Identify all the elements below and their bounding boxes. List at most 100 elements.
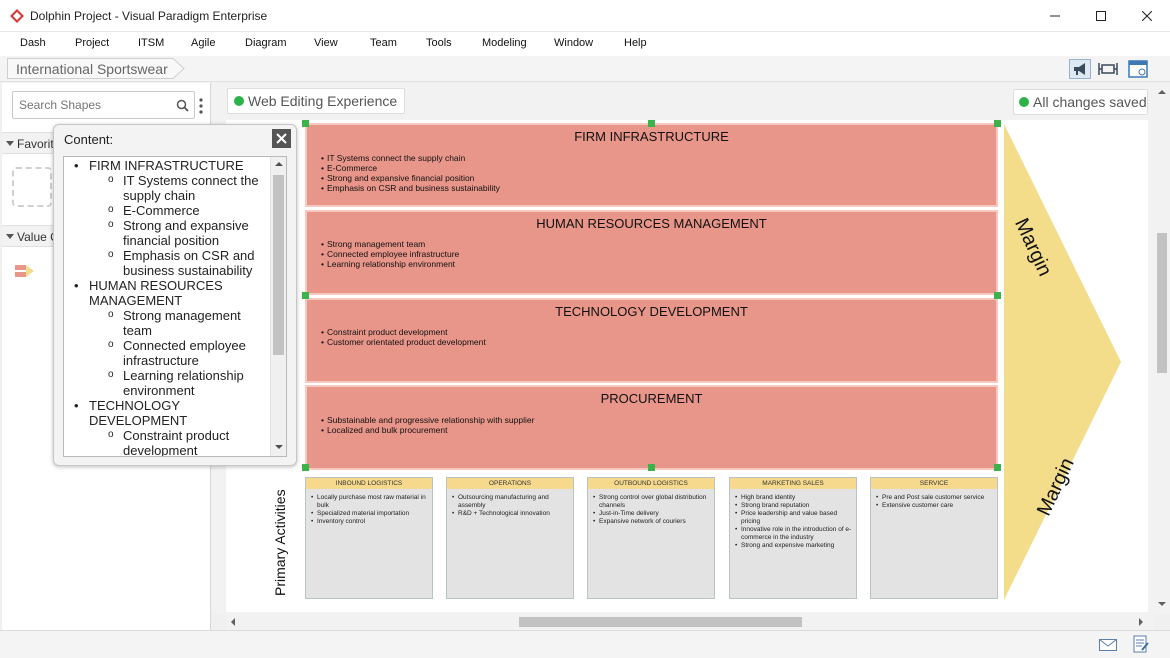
scroll-left-icon[interactable] bbox=[230, 618, 236, 626]
menu-dash[interactable]: Dash bbox=[20, 37, 46, 49]
content-item[interactable]: TECHNOLOGY DEVELOPMENT Constraint produc… bbox=[74, 398, 270, 456]
support-human-resources[interactable]: HUMAN RESOURCES MANAGEMENT Strong manage… bbox=[305, 210, 998, 295]
minimize-button[interactable] bbox=[1032, 0, 1078, 32]
content-editor[interactable]: FIRM INFRASTRUCTURE IT Systems connect t… bbox=[63, 156, 287, 457]
primary-item: Just-in-Time delivery bbox=[593, 510, 710, 518]
menu-view[interactable]: View bbox=[314, 37, 338, 49]
search-shapes-input[interactable] bbox=[19, 97, 169, 113]
primary-item: Inventory control bbox=[311, 518, 428, 526]
content-subitem[interactable]: IT Systems connect the supply chain bbox=[89, 172, 270, 203]
resize-handle[interactable] bbox=[302, 464, 309, 471]
value-chain-shape-icon[interactable] bbox=[14, 263, 36, 279]
primary-operations[interactable]: OPERATIONS Outsourcing manufacturing and… bbox=[446, 477, 574, 599]
diagram-overview-button[interactable] bbox=[1127, 59, 1149, 79]
close-window-button[interactable] bbox=[1124, 0, 1170, 32]
resize-handle[interactable] bbox=[648, 464, 655, 471]
resize-handle[interactable] bbox=[994, 464, 1001, 471]
document-edit-icon[interactable] bbox=[1133, 635, 1149, 653]
save-status-label: All changes saved bbox=[1033, 94, 1147, 110]
content-scroll-thumb[interactable] bbox=[273, 175, 284, 355]
support-technology-development[interactable]: TECHNOLOGY DEVELOPMENT Constraint produc… bbox=[305, 298, 998, 383]
window-panel-icon bbox=[1128, 60, 1148, 78]
menu-itsm[interactable]: ITSM bbox=[138, 37, 164, 49]
support-item-list: IT Systems connect the supply chain E-Co… bbox=[321, 153, 500, 193]
resize-handle[interactable] bbox=[994, 120, 1001, 127]
mail-icon[interactable] bbox=[1099, 639, 1117, 651]
primary-inbound-logistics[interactable]: INBOUND LOGISTICS Locally purchase most … bbox=[305, 477, 433, 599]
breadcrumb[interactable]: International Sportswear bbox=[7, 58, 185, 79]
resize-handle[interactable] bbox=[648, 120, 655, 127]
content-subitem[interactable]: Strong and expansive financial position bbox=[89, 217, 270, 248]
content-subitem[interactable]: Connected employee infrastructure bbox=[89, 337, 270, 368]
horizontal-scroll-thumb[interactable] bbox=[519, 617, 802, 627]
window-title: Dolphin Project - Visual Paradigm Enterp… bbox=[30, 9, 268, 23]
search-icon[interactable] bbox=[176, 99, 189, 112]
fit-diagram-button[interactable] bbox=[1097, 59, 1119, 79]
primary-item: Specialized material importation bbox=[311, 510, 428, 518]
scroll-down-icon[interactable] bbox=[1158, 601, 1166, 607]
menu-agile[interactable]: Agile bbox=[191, 37, 215, 49]
primary-marketing-sales[interactable]: MARKETING SALES High brand identity Stro… bbox=[729, 477, 857, 599]
fit-to-window-icon bbox=[1098, 63, 1118, 75]
support-title: HUMAN RESOURCES MANAGEMENT bbox=[536, 216, 767, 231]
primary-title: SERVICE bbox=[871, 478, 997, 489]
primary-item-list: Locally purchase most raw material in bu… bbox=[306, 489, 432, 526]
search-shapes-box[interactable] bbox=[12, 91, 195, 119]
online-status-icon bbox=[234, 96, 244, 106]
support-firm-infrastructure[interactable]: FIRM INFRASTRUCTURE IT Systems connect t… bbox=[305, 123, 998, 207]
maximize-button[interactable] bbox=[1078, 0, 1124, 32]
content-subitem[interactable]: Constraint product development bbox=[89, 427, 270, 456]
content-popup[interactable]: Content: FIRM INFRASTRUCTURE IT Systems … bbox=[53, 124, 297, 466]
status-bar bbox=[0, 630, 1170, 658]
title-bar: Dolphin Project - Visual Paradigm Enterp… bbox=[0, 0, 1170, 32]
primary-title: OPERATIONS bbox=[447, 478, 573, 489]
maximize-icon bbox=[1096, 11, 1106, 21]
content-subitem[interactable]: Emphasis on CSR and business sustainabil… bbox=[89, 247, 270, 278]
menu-project[interactable]: Project bbox=[75, 37, 109, 49]
scroll-up-icon[interactable] bbox=[1158, 89, 1166, 95]
primary-outbound-logistics[interactable]: OUTBOUND LOGISTICS Strong control over g… bbox=[587, 477, 715, 599]
content-item[interactable]: FIRM INFRASTRUCTURE IT Systems connect t… bbox=[74, 158, 270, 278]
resize-handle[interactable] bbox=[302, 120, 309, 127]
support-title: PROCUREMENT bbox=[600, 391, 703, 406]
scroll-down-icon[interactable] bbox=[275, 444, 283, 450]
support-item: Strong management team bbox=[321, 239, 459, 249]
support-title: FIRM INFRASTRUCTURE bbox=[574, 129, 729, 144]
content-item[interactable]: HUMAN RESOURCES MANAGEMENT Strong manage… bbox=[74, 278, 270, 398]
primary-item: Strong brand reputation bbox=[735, 502, 852, 510]
content-scrollbar[interactable] bbox=[270, 157, 286, 456]
scroll-right-icon[interactable] bbox=[1138, 618, 1144, 626]
menu-diagram[interactable]: Diagram bbox=[245, 37, 287, 49]
content-list: FIRM INFRASTRUCTURE IT Systems connect t… bbox=[74, 158, 270, 456]
menu-modeling[interactable]: Modeling bbox=[482, 37, 527, 49]
primary-item: Pre and Post sale customer service bbox=[876, 494, 993, 502]
popup-title: Content: bbox=[64, 132, 114, 147]
content-subitem[interactable]: Learning relationship environment bbox=[89, 367, 270, 398]
horizontal-scrollbar[interactable] bbox=[226, 614, 1154, 630]
primary-service[interactable]: SERVICE Pre and Post sale customer servi… bbox=[870, 477, 998, 599]
menu-tools[interactable]: Tools bbox=[426, 37, 452, 49]
primary-item-list: Pre and Post sale customer service Exten… bbox=[871, 489, 997, 510]
resize-handle[interactable] bbox=[994, 292, 1001, 299]
content-sublist: Constraint product development bbox=[89, 427, 270, 456]
support-item: IT Systems connect the supply chain bbox=[321, 153, 500, 163]
more-options-icon[interactable] bbox=[199, 98, 203, 114]
resize-handle[interactable] bbox=[302, 292, 309, 299]
scroll-up-icon[interactable] bbox=[275, 161, 283, 167]
content-subitem[interactable]: E-Commerce bbox=[89, 202, 270, 218]
vertical-scroll-thumb[interactable] bbox=[1157, 233, 1167, 373]
support-item: Localized and bulk procurement bbox=[321, 425, 534, 435]
margin-arrow[interactable] bbox=[1004, 124, 1122, 600]
menu-window[interactable]: Window bbox=[554, 37, 593, 49]
favorite-drop-placeholder bbox=[12, 167, 52, 207]
support-procurement[interactable]: PROCUREMENT Substainable and progressive… bbox=[305, 385, 998, 470]
menu-team[interactable]: Team bbox=[370, 37, 397, 49]
vertical-scrollbar[interactable] bbox=[1154, 83, 1170, 614]
primary-item-list: Outsourcing manufacturing and assembly R… bbox=[447, 489, 573, 518]
primary-item: Expansive network of couriers bbox=[593, 518, 710, 526]
content-subitem[interactable]: Strong management team bbox=[89, 307, 270, 338]
announcement-button[interactable] bbox=[1069, 59, 1091, 79]
primary-item-list: Strong control over global distribution … bbox=[588, 489, 714, 526]
menu-help[interactable]: Help bbox=[624, 37, 647, 49]
popup-close-button[interactable] bbox=[272, 129, 291, 148]
